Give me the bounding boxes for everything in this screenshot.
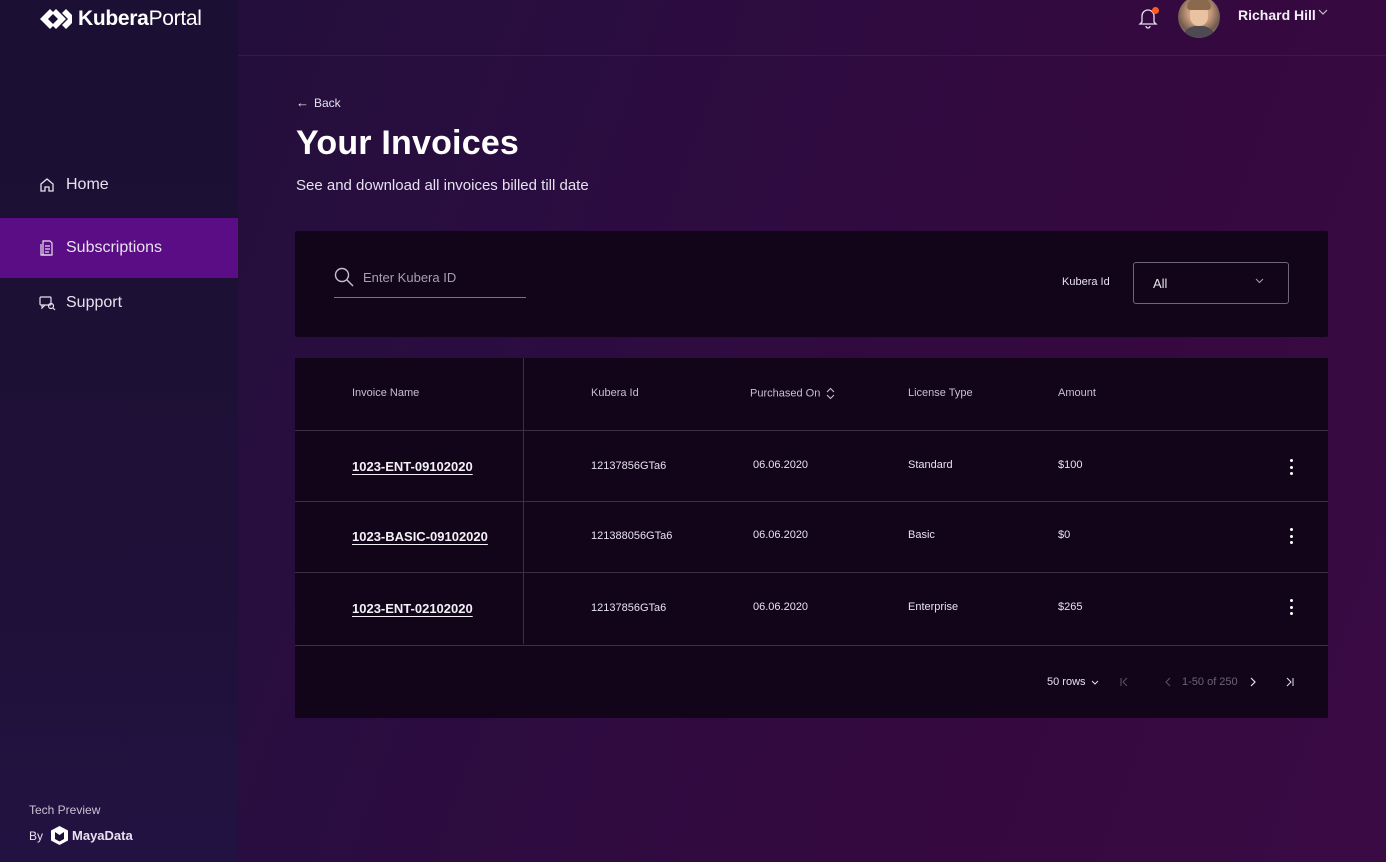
document-icon: [38, 239, 56, 257]
next-page-button[interactable]: [1246, 675, 1260, 689]
license-type-cell: Enterprise: [908, 601, 959, 613]
sidebar-item-support[interactable]: Support: [0, 274, 238, 332]
search-input[interactable]: [363, 267, 513, 285]
support-icon: [38, 294, 56, 312]
filter-card: Kubera Id All: [295, 231, 1328, 337]
top-bar: Richard Hill: [238, 0, 1386, 56]
pagination: 50 rows 1-50 of 250: [295, 646, 1328, 718]
chevron-down-icon[interactable]: [1318, 9, 1328, 15]
sidebar-item-subscriptions[interactable]: Subscriptions: [0, 218, 238, 278]
first-page-icon: [1120, 677, 1128, 687]
chevron-right-icon: [1250, 677, 1256, 687]
more-options-icon[interactable]: [1286, 458, 1296, 476]
more-options-icon[interactable]: [1286, 598, 1296, 616]
rows-per-page-value: 50 rows: [1047, 676, 1086, 688]
back-label: Back: [314, 95, 341, 110]
invoice-name-link[interactable]: 1023-BASIC-09102020: [352, 529, 488, 544]
search-field[interactable]: [334, 267, 526, 298]
sidebar-footer: Tech Preview By MayaData: [29, 803, 133, 845]
column-header-license-type: License Type: [908, 387, 973, 399]
license-type-cell: Standard: [908, 459, 953, 471]
home-icon: [38, 176, 56, 194]
rows-per-page-select[interactable]: 50 rows: [1047, 676, 1099, 688]
invoice-name-link[interactable]: 1023-ENT-02102020: [352, 601, 473, 616]
kubera-id-cell: 12137856GTa6: [591, 602, 667, 614]
sidebar-item-home[interactable]: Home: [0, 156, 238, 214]
chevron-left-icon: [1165, 677, 1171, 687]
last-page-icon: [1286, 677, 1294, 687]
invoices-table: Invoice Name Kubera Id Purchased On Lice…: [295, 358, 1328, 718]
sidebar-item-label: Subscriptions: [66, 239, 163, 256]
sidebar: KuberaPortal Home Subscriptions Support …: [0, 0, 238, 862]
kubera-logo-icon: [40, 9, 72, 29]
kubera-id-selected-value: All: [1153, 275, 1168, 291]
tech-preview-label: Tech Preview: [29, 803, 101, 817]
notification-dot: [1152, 7, 1159, 14]
sidebar-item-label: Home: [66, 176, 109, 193]
arrow-left-icon: ←: [296, 95, 309, 110]
mayadata-logo-icon: [51, 826, 69, 845]
purchased-on-cell: 06.06.2020: [753, 529, 809, 541]
by-mayadata: By MayaData: [29, 826, 133, 845]
purchased-on-cell: 06.06.2020: [753, 601, 809, 613]
table-header: Invoice Name Kubera Id Purchased On Lice…: [295, 358, 1328, 431]
sidebar-nav: Home Subscriptions Support: [0, 156, 238, 332]
amount-cell: $100: [1058, 459, 1083, 471]
chevron-down-icon: [1255, 278, 1264, 284]
kubera-id-label: Kubera Id: [1062, 276, 1110, 288]
kubera-portal-logo[interactable]: KuberaPortal: [40, 6, 202, 32]
kubera-id-cell: 12137856GTa6: [591, 460, 667, 472]
page-title: Your Invoices: [296, 124, 520, 162]
search-icon: [334, 267, 354, 287]
column-header-purchased-on[interactable]: Purchased On: [750, 387, 835, 400]
chevron-down-icon: [1091, 680, 1098, 685]
back-link[interactable]: ← Back: [296, 95, 341, 110]
mayadata-brand: MayaData: [72, 828, 133, 843]
invoice-name-link[interactable]: 1023-ENT-09102020: [352, 459, 473, 474]
column-header-kubera-id: Kubera Id: [591, 387, 639, 399]
column-header-amount: Amount: [1058, 387, 1096, 399]
amount-cell: $0: [1058, 529, 1071, 541]
table-row: 1023-ENT-09102020 12137856GTa6 06.06.202…: [295, 431, 1328, 502]
more-options-icon[interactable]: [1286, 527, 1296, 545]
previous-page-button[interactable]: [1161, 675, 1175, 689]
sort-icon[interactable]: [826, 387, 835, 400]
page-range: 1-50 of 250: [1182, 676, 1238, 688]
column-header-label: Purchased On: [750, 387, 821, 400]
license-type-cell: Basic: [908, 529, 935, 541]
last-page-button[interactable]: [1283, 675, 1297, 689]
avatar[interactable]: [1178, 0, 1220, 38]
column-header-invoice-name: Invoice Name: [352, 387, 420, 399]
first-page-button[interactable]: [1117, 675, 1131, 689]
user-name[interactable]: Richard Hill: [1238, 7, 1316, 23]
purchased-on-cell: 06.06.2020: [753, 459, 809, 471]
sidebar-item-label: Support: [66, 294, 123, 311]
logo-text: KuberaPortal: [78, 7, 202, 30]
by-label: By: [29, 828, 44, 843]
table-row: 1023-BASIC-09102020 121388056GTa6 06.06.…: [295, 502, 1328, 573]
amount-cell: $265: [1058, 601, 1083, 613]
kubera-id-select[interactable]: All: [1133, 262, 1289, 304]
kubera-id-cell: 121388056GTa6: [591, 530, 673, 542]
page-subtitle: See and download all invoices billed til…: [296, 177, 589, 194]
table-row: 1023-ENT-02102020 12137856GTa6 06.06.202…: [295, 573, 1328, 646]
